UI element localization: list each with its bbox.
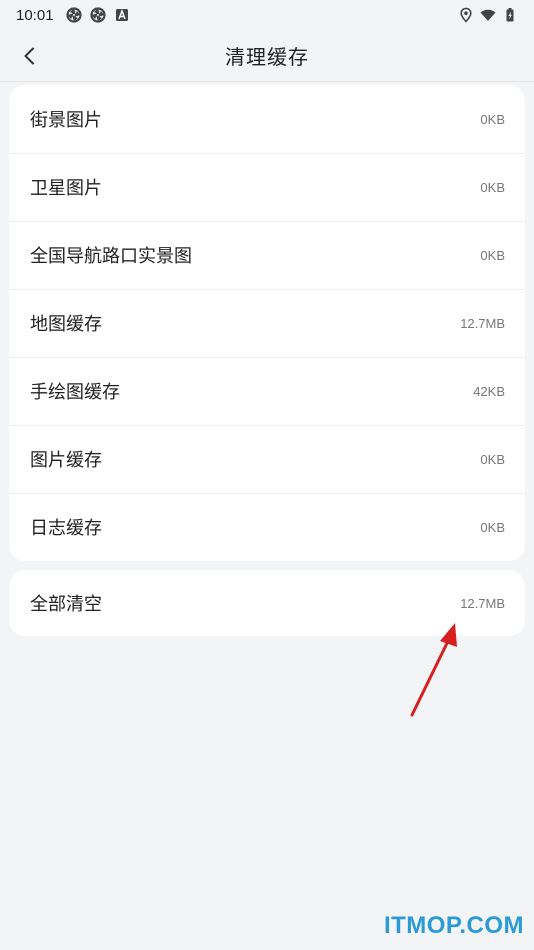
watermark-logo: ITMOP.COM <box>383 912 524 939</box>
cache-item-label: 手绘图缓存 <box>30 382 120 403</box>
cache-item-junction-view[interactable]: 全国导航路口实景图 0KB <box>9 221 525 289</box>
cache-item-size: 12.7MB <box>460 315 505 331</box>
cache-item-satellite[interactable]: 卫星图片 0KB <box>9 153 525 221</box>
back-button[interactable] <box>14 40 46 72</box>
cache-item-log[interactable]: 日志缓存 0KB <box>9 493 525 561</box>
status-time: 10:01 <box>16 6 54 24</box>
a-badge-icon <box>114 7 130 23</box>
chevron-left-icon <box>20 46 40 66</box>
wifi-icon <box>480 7 496 23</box>
cache-item-street-view[interactable]: 街景图片 0KB <box>9 85 525 153</box>
cache-item-size: 0KB <box>480 451 505 467</box>
battery-icon <box>502 7 518 23</box>
cache-item-size: 0KB <box>480 111 505 127</box>
location-pin-icon <box>458 7 474 23</box>
aperture-icon <box>65 7 82 23</box>
clear-all-label: 全部清空 <box>30 594 102 615</box>
page-title: 清理缓存 <box>225 45 309 69</box>
cache-item-label: 日志缓存 <box>30 518 102 539</box>
cache-item-image[interactable]: 图片缓存 0KB <box>9 425 525 493</box>
status-right-icons <box>458 7 518 23</box>
cache-item-size: 0KB <box>480 247 505 263</box>
cache-item-hand-drawn-map[interactable]: 手绘图缓存 42KB <box>9 357 525 425</box>
cache-item-size: 0KB <box>480 179 505 195</box>
clear-all-size: 12.7MB <box>460 595 505 611</box>
cache-item-label: 地图缓存 <box>30 314 102 335</box>
status-left-icons <box>65 7 130 23</box>
cache-item-label: 图片缓存 <box>30 450 102 471</box>
status-bar: 10:01 <box>0 0 534 30</box>
aperture-icon <box>89 7 106 23</box>
cache-item-label: 卫星图片 <box>30 178 102 199</box>
cache-item-label: 全国导航路口实景图 <box>30 246 192 267</box>
cache-item-size: 0KB <box>480 519 505 535</box>
page-header: 清理缓存 <box>0 30 534 82</box>
cache-item-size: 42KB <box>473 383 505 399</box>
cache-item-map[interactable]: 地图缓存 12.7MB <box>9 289 525 357</box>
annotation-arrow-icon <box>410 623 457 717</box>
cache-list-card: 街景图片 0KB 卫星图片 0KB 全国导航路口实景图 0KB 地图缓存 12.… <box>9 85 525 561</box>
cache-item-label: 街景图片 <box>30 110 102 131</box>
